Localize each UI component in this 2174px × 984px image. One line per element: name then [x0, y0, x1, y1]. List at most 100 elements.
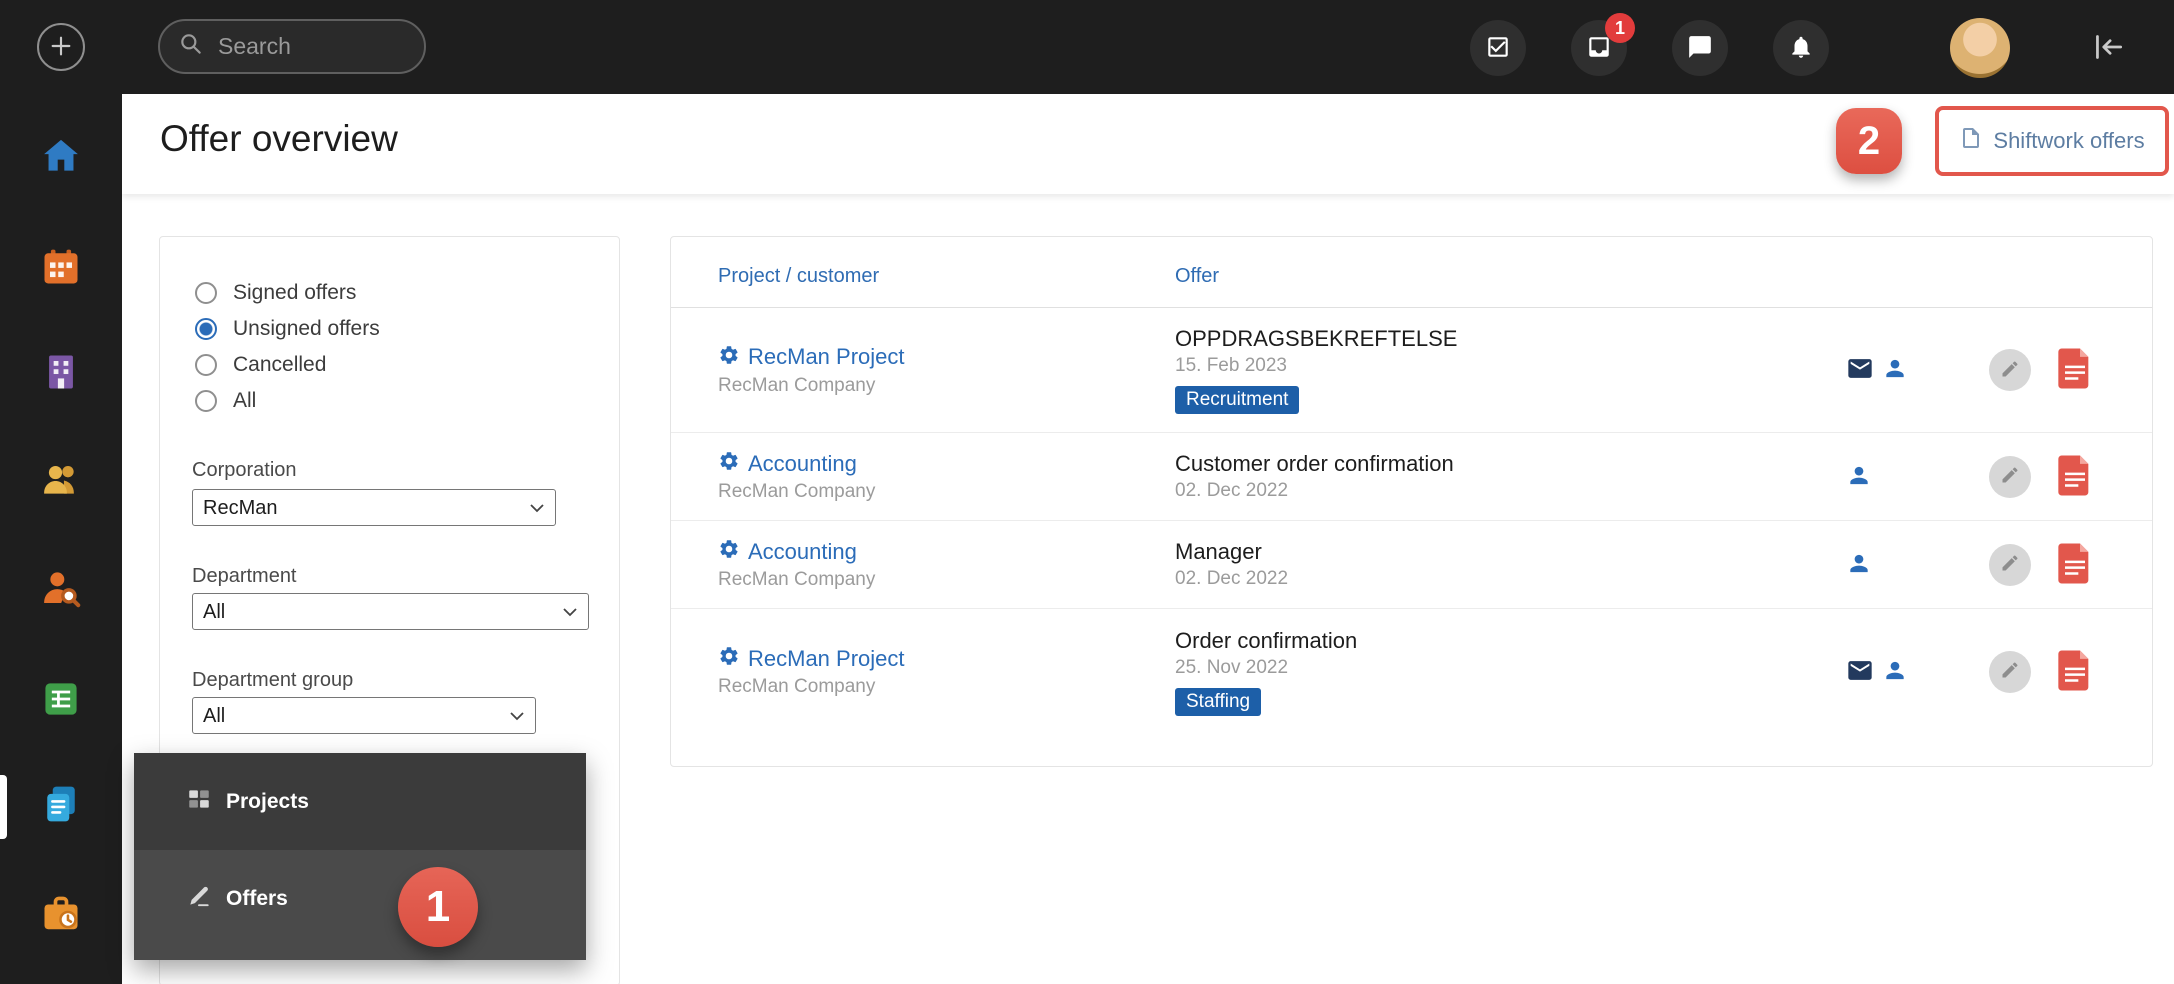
department-select-wrap: All	[192, 593, 589, 630]
tasks-icon	[1485, 34, 1511, 63]
corporation-select[interactable]: RecMan	[192, 489, 556, 526]
app-window: 1 Offer overview	[0, 0, 2174, 984]
project-link[interactable]: Accounting	[748, 539, 857, 565]
sidebar-active-indicator	[0, 775, 7, 839]
search-input[interactable]	[216, 32, 516, 61]
radio-signed-offers-input[interactable]	[195, 282, 217, 304]
radio-unsigned-offers[interactable]: Unsigned offers	[195, 311, 380, 347]
flyout-item-projects[interactable]: Projects	[134, 753, 586, 850]
pencil-icon	[2000, 359, 2020, 382]
sidebar-item-worktime[interactable]	[37, 891, 85, 939]
radio-cancelled-input[interactable]	[195, 354, 217, 376]
company-icon	[39, 350, 83, 397]
corporation-label: Corporation	[192, 459, 297, 481]
radio-cancelled[interactable]: Cancelled	[195, 347, 380, 383]
plus-icon	[46, 31, 76, 64]
gear-icon[interactable]	[718, 645, 740, 672]
topbar-actions: 1	[1470, 13, 2128, 79]
project-cell: Accounting RecMan Company	[718, 450, 1175, 503]
project-link[interactable]: RecMan Project	[748, 646, 905, 672]
table-row: Accounting RecMan Company Manager 02. De…	[671, 521, 2152, 609]
department-group-select[interactable]: All	[192, 697, 536, 734]
sidebar-item-candidate-search[interactable]	[37, 565, 85, 613]
corporation-select-wrap: RecMan	[192, 489, 556, 526]
sidebar-item-company[interactable]	[37, 349, 85, 397]
inbox-notification-badge: 1	[1605, 13, 1635, 43]
flyout-item-label: Offers	[226, 886, 288, 910]
radio-all[interactable]: All	[195, 383, 380, 419]
row-communication-icons	[1846, 462, 1872, 491]
edit-offer-button[interactable]	[1989, 455, 2031, 498]
company-name: RecMan Company	[718, 481, 876, 502]
topbar: 1	[0, 0, 2174, 94]
shiftwork-offers-button[interactable]: Shiftwork offers	[1939, 110, 2165, 172]
offer-status-radio-group: Signed offers Unsigned offers Cancelled …	[195, 275, 380, 419]
gear-icon[interactable]	[718, 344, 740, 371]
shiftwork-offers-label: Shiftwork offers	[1993, 128, 2145, 153]
avatar[interactable]	[1950, 18, 2010, 78]
mail-icon[interactable]	[1846, 355, 1874, 386]
inbox-button[interactable]: 1	[1571, 13, 1635, 76]
radio-signed-offers[interactable]: Signed offers	[195, 275, 380, 311]
shiftwork-offers-highlight: Shiftwork offers	[1935, 106, 2169, 176]
sidebar-item-home[interactable]	[37, 133, 85, 181]
offer-title: Manager	[1175, 539, 1262, 564]
radio-label: Signed offers	[233, 281, 357, 304]
collapse-sidebar-button[interactable]	[2088, 28, 2128, 68]
offer-cell: OPPDRAGSBEKREFTELSE 15. Feb 2023 Recruit…	[1175, 326, 1775, 414]
project-link[interactable]: Accounting	[748, 451, 857, 477]
sidebar-item-documents[interactable]	[37, 781, 85, 829]
pdf-icon[interactable]	[2058, 455, 2092, 498]
column-header-project: Project / customer	[718, 265, 880, 287]
sidebar-item-schedule[interactable]	[37, 244, 85, 292]
offer-date: 25. Nov 2022	[1175, 656, 1289, 678]
page-title: Offer overview	[160, 118, 398, 159]
pdf-icon[interactable]	[2058, 650, 2092, 693]
edit-offer-button[interactable]	[1989, 543, 2031, 586]
row-communication-icons	[1846, 355, 1908, 386]
department-select[interactable]: All	[192, 593, 589, 630]
project-link[interactable]: RecMan Project	[748, 344, 905, 370]
bell-icon	[1788, 34, 1814, 63]
offer-cell: Customer order confirmation 02. Dec 2022	[1175, 451, 1775, 502]
pencil-icon	[2000, 465, 2020, 488]
offer-title: OPPDRAGSBEKREFTELSE	[1175, 326, 1458, 351]
flyout-item-label: Projects	[226, 789, 309, 813]
gear-icon[interactable]	[718, 450, 740, 477]
radio-label: Cancelled	[233, 353, 327, 376]
pdf-icon[interactable]	[2058, 543, 2092, 586]
edit-offer-button[interactable]	[1989, 650, 2031, 693]
department-group-label: Department group	[192, 669, 354, 691]
radio-all-input[interactable]	[195, 390, 217, 412]
row-communication-icons	[1846, 550, 1872, 579]
sidebar	[0, 0, 122, 984]
radio-label: All	[233, 389, 257, 412]
department-label: Department	[192, 565, 297, 587]
chat-button[interactable]	[1672, 20, 1728, 76]
offer-title: Customer order confirmation	[1175, 451, 1454, 476]
notifications-button[interactable]	[1773, 20, 1829, 76]
row-communication-icons	[1846, 656, 1908, 687]
radio-label: Unsigned offers	[233, 317, 380, 340]
person-icon[interactable]	[1882, 657, 1908, 686]
collapse-left-icon	[2089, 28, 2127, 69]
offer-type-badge: Recruitment	[1175, 386, 1300, 414]
offer-date: 02. Dec 2022	[1175, 480, 1289, 501]
person-icon[interactable]	[1846, 462, 1872, 491]
annotation-step-1: 1	[398, 867, 478, 947]
pdf-icon[interactable]	[2058, 348, 2092, 392]
edit-offer-button[interactable]	[1989, 349, 2031, 391]
tasks-button[interactable]	[1470, 20, 1526, 76]
sidebar-item-people[interactable]	[37, 456, 85, 504]
documents-icon	[39, 782, 83, 829]
person-icon[interactable]	[1882, 356, 1908, 385]
gear-icon[interactable]	[718, 538, 740, 565]
chat-icon	[1687, 34, 1713, 63]
flyout-item-offers[interactable]: Offers	[134, 850, 586, 947]
person-icon[interactable]	[1846, 550, 1872, 579]
radio-unsigned-offers-input[interactable]	[195, 318, 217, 340]
mail-icon[interactable]	[1846, 656, 1874, 687]
add-button[interactable]	[37, 23, 85, 71]
document-icon	[1959, 126, 1983, 156]
sidebar-item-spreadsheet[interactable]	[37, 676, 85, 724]
